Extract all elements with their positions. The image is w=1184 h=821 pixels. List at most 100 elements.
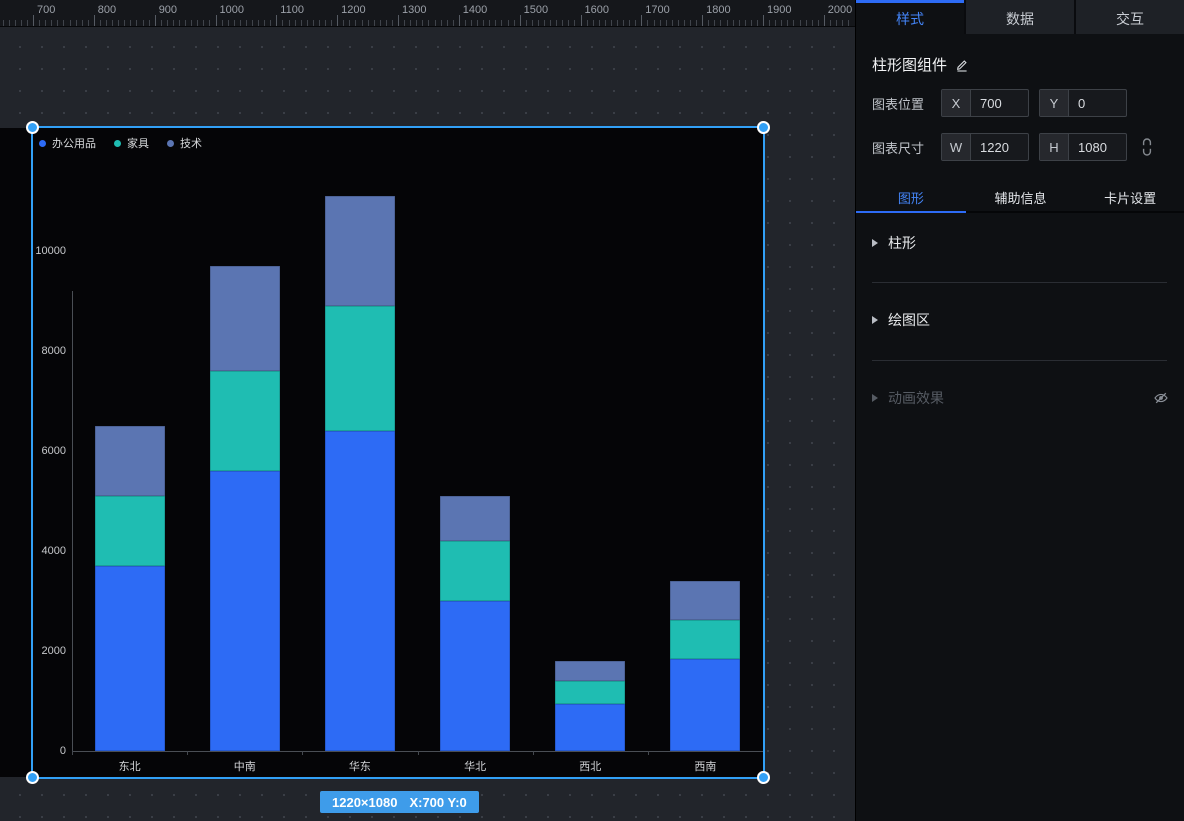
collapse-arrow-icon[interactable] xyxy=(872,394,878,402)
ruler-tick xyxy=(404,20,405,26)
ruler-tick xyxy=(185,20,186,26)
subtab-auxiliary-info[interactable]: 辅助信息 xyxy=(966,184,1076,211)
ruler-tick xyxy=(793,20,794,26)
ruler-tick xyxy=(374,20,375,26)
resize-handle-top-right[interactable] xyxy=(757,121,770,134)
ruler-tick xyxy=(228,20,229,26)
ruler-tick xyxy=(264,20,265,26)
section-animation[interactable]: 动画效果 xyxy=(872,388,1169,408)
ruler-tick-label: 1900 xyxy=(767,4,791,16)
ruler-tick xyxy=(526,20,527,26)
ruler-tick xyxy=(647,20,648,26)
ruler-tick xyxy=(398,15,399,26)
resize-handle-top-left[interactable] xyxy=(26,121,39,134)
edit-title-icon[interactable] xyxy=(955,58,969,72)
y-value[interactable]: 0 xyxy=(1069,90,1126,116)
w-value[interactable]: 1220 xyxy=(971,134,1028,160)
ruler-tick xyxy=(410,20,411,26)
section-bar[interactable]: 柱形 xyxy=(872,233,1169,253)
h-prefix: H xyxy=(1040,134,1069,160)
lock-aspect-ratio-icon[interactable] xyxy=(1140,137,1154,157)
ruler-tick xyxy=(495,20,496,26)
ruler-tick xyxy=(325,20,326,26)
ruler-tick xyxy=(660,20,661,26)
subtab-graphic[interactable]: 图形 xyxy=(856,184,966,211)
ruler-tick xyxy=(812,20,813,26)
size-h-input[interactable]: H 1080 xyxy=(1039,133,1127,161)
ruler-tick xyxy=(836,20,837,26)
component-title: 柱形图组件 xyxy=(872,54,947,75)
ruler-tick xyxy=(520,15,521,26)
ruler-tick xyxy=(848,20,849,26)
tab-data[interactable]: 数据 xyxy=(966,0,1074,34)
ruler-tick xyxy=(124,20,125,26)
ruler-tick xyxy=(727,20,728,26)
ruler-tick-label: 1700 xyxy=(645,4,669,16)
ruler-tick xyxy=(368,20,369,26)
ruler-tick xyxy=(45,20,46,26)
ruler-tick xyxy=(209,20,210,26)
ruler-tick xyxy=(301,20,302,26)
resize-handle-bottom-left[interactable] xyxy=(26,771,39,784)
ruler-tick xyxy=(331,20,332,26)
ruler-tick xyxy=(57,20,58,26)
resize-handle-bottom-right[interactable] xyxy=(757,771,770,784)
ruler-tick xyxy=(33,15,34,26)
subtab-card-settings[interactable]: 卡片设置 xyxy=(1075,184,1184,211)
ruler-tick xyxy=(538,20,539,26)
ruler-tick-label: 1000 xyxy=(220,4,244,16)
ruler-tick xyxy=(143,20,144,26)
selection-position-label: X:700 Y:0 xyxy=(409,795,466,810)
ruler-tick xyxy=(112,20,113,26)
ruler-tick xyxy=(599,20,600,26)
ruler-tick xyxy=(787,20,788,26)
ruler-tick xyxy=(702,15,703,26)
section-plot-area[interactable]: 绘图区 xyxy=(872,310,1169,330)
position-x-input[interactable]: X 700 xyxy=(941,89,1029,117)
collapse-arrow-icon[interactable] xyxy=(872,316,878,324)
ruler-tick xyxy=(295,20,296,26)
ruler-tick xyxy=(544,20,545,26)
tab-interaction[interactable]: 交互 xyxy=(1076,0,1184,34)
size-w-input[interactable]: W 1220 xyxy=(941,133,1029,161)
ruler-tick xyxy=(3,20,4,26)
canvas-area[interactable]: 7008009001000110012001300140015001600170… xyxy=(0,0,855,821)
selection-border[interactable] xyxy=(31,126,765,779)
ruler-tick xyxy=(684,20,685,26)
ruler-tick xyxy=(234,20,235,26)
ruler-tick xyxy=(581,15,582,26)
ruler-tick xyxy=(222,20,223,26)
ruler-tick xyxy=(751,20,752,26)
ruler-tick xyxy=(21,20,22,26)
ruler-tick xyxy=(447,20,448,26)
ruler-tick xyxy=(757,20,758,26)
ruler-tick-label: 2000 xyxy=(828,4,852,16)
ruler-tick xyxy=(435,20,436,26)
ruler-tick xyxy=(197,20,198,26)
ruler-tick xyxy=(416,20,417,26)
ruler-tick xyxy=(155,15,156,26)
horizontal-ruler: 7008009001000110012001300140015001600170… xyxy=(0,0,855,27)
ruler-tick xyxy=(593,20,594,26)
ruler-tick xyxy=(830,20,831,26)
ruler-tick xyxy=(100,20,101,26)
tab-style[interactable]: 样式 xyxy=(856,0,964,34)
ruler-tick xyxy=(654,20,655,26)
position-y-input[interactable]: Y 0 xyxy=(1039,89,1127,117)
ruler-tick xyxy=(763,15,764,26)
ruler-tick xyxy=(386,20,387,26)
ruler-tick xyxy=(289,20,290,26)
ruler-tick xyxy=(173,20,174,26)
h-value[interactable]: 1080 xyxy=(1069,134,1126,160)
ruler-tick-label: 1100 xyxy=(280,4,304,16)
collapse-arrow-icon[interactable] xyxy=(872,239,878,247)
ruler-tick xyxy=(501,20,502,26)
ruler-tick xyxy=(641,15,642,26)
ruler-tick xyxy=(441,20,442,26)
ruler-tick xyxy=(745,20,746,26)
ruler-tick xyxy=(781,20,782,26)
x-value[interactable]: 700 xyxy=(971,90,1028,116)
ruler-tick xyxy=(556,20,557,26)
visibility-off-icon[interactable] xyxy=(1153,390,1169,406)
ruler-tick xyxy=(167,20,168,26)
